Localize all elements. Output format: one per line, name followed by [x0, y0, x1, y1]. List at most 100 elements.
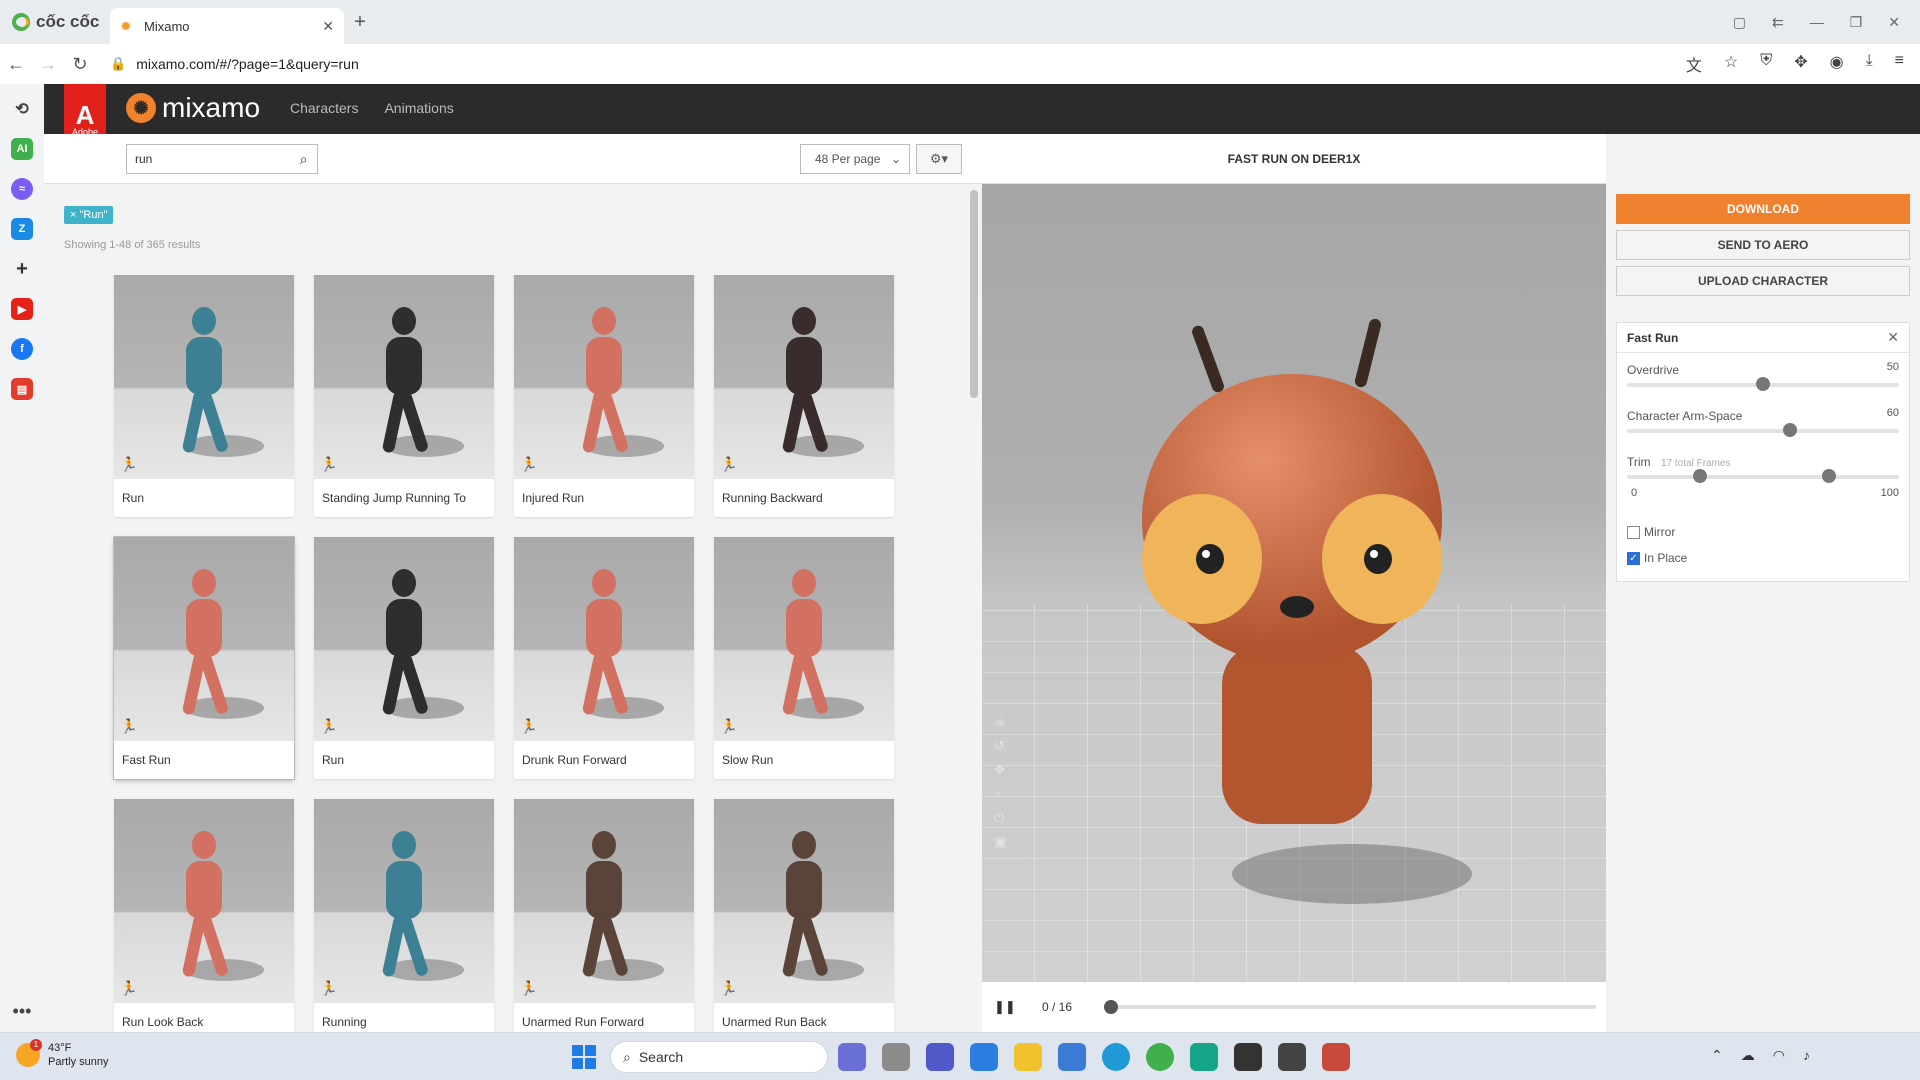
- forward-icon[interactable]: →: [32, 54, 64, 75]
- minimize-icon[interactable]: —: [1810, 14, 1824, 31]
- browser-tab-mixamo[interactable]: ✹ Mixamo ✕: [110, 8, 344, 44]
- zalo-icon[interactable]: Z: [11, 218, 33, 240]
- unity-hub-icon[interactable]: [1278, 1043, 1306, 1071]
- trim-end-knob[interactable]: [1822, 469, 1836, 483]
- nav-animations[interactable]: Animations: [384, 100, 453, 116]
- teams-icon[interactable]: [926, 1043, 954, 1071]
- more-icon[interactable]: •••: [13, 1001, 32, 1022]
- file-explorer-icon[interactable]: [1014, 1043, 1042, 1071]
- wifi-icon[interactable]: ◠: [1773, 1047, 1785, 1064]
- running-man-icon: 🏃: [520, 456, 538, 472]
- animation-card[interactable]: 🏃 Fast Run: [114, 537, 294, 779]
- trim-start-knob[interactable]: [1693, 469, 1707, 483]
- trim-track[interactable]: [1627, 475, 1899, 479]
- shield-icon[interactable]: ⛨: [1760, 52, 1772, 76]
- bookmark-star-icon[interactable]: ☆: [1724, 52, 1738, 76]
- facebook-icon[interactable]: f: [11, 338, 33, 360]
- notepad-icon[interactable]: [970, 1043, 998, 1071]
- screenshot-icon[interactable]: ▢: [1733, 14, 1746, 31]
- camera-icon[interactable]: ▣: [994, 834, 1006, 850]
- settings-dropdown-button[interactable]: ⚙▾: [916, 144, 962, 174]
- animation-card[interactable]: 🏃 Run: [314, 537, 494, 779]
- coccoc-taskbar-icon[interactable]: [1146, 1043, 1174, 1071]
- chevron-up-icon[interactable]: ⌃: [1711, 1047, 1723, 1064]
- animation-card[interactable]: 🏃 Unarmed Run Forward: [514, 799, 694, 1032]
- app-icon[interactable]: [1322, 1043, 1350, 1071]
- mirror-checkbox-row[interactable]: Mirror: [1627, 525, 1675, 539]
- translate-icon[interactable]: 文: [1686, 52, 1702, 76]
- animation-card[interactable]: 🏃 Slow Run: [714, 537, 894, 779]
- arm-space-track[interactable]: [1627, 429, 1899, 433]
- animation-card[interactable]: 🏃 Unarmed Run Back: [714, 799, 894, 1032]
- animation-card[interactable]: 🏃 Injured Run: [514, 275, 694, 517]
- youtube-icon[interactable]: ▶: [11, 298, 33, 320]
- unity-icon[interactable]: [1234, 1043, 1262, 1071]
- back-icon[interactable]: ←: [0, 54, 32, 75]
- pan-icon[interactable]: ✥: [994, 762, 1006, 778]
- pause-icon[interactable]: ❚❚: [994, 999, 1016, 1015]
- search-box: ⌕: [126, 144, 318, 174]
- 3d-viewport[interactable]: ☠ ↺ ✥ ⌕ ⏻ ▣: [982, 184, 1606, 982]
- search-input[interactable]: [127, 152, 290, 166]
- profile-icon[interactable]: ◉: [1830, 52, 1844, 76]
- upload-character-button[interactable]: UPLOAD CHARACTER: [1616, 266, 1910, 296]
- in-place-checkbox-row[interactable]: ✓ In Place: [1627, 551, 1687, 565]
- url-field[interactable]: 🔒 mixamo.com/#/?page=1&query=run: [110, 56, 1686, 72]
- task-view-icon[interactable]: [882, 1043, 910, 1071]
- per-page-select[interactable]: 48 Per page ⌄: [800, 144, 910, 174]
- overdrive-knob[interactable]: [1756, 377, 1770, 391]
- edge-icon[interactable]: [1102, 1043, 1130, 1071]
- coccoc-logo-icon: [12, 13, 30, 31]
- restore-icon[interactable]: ❐: [1850, 14, 1863, 31]
- close-icon[interactable]: ✕: [1887, 329, 1899, 346]
- menu-icon[interactable]: ≡: [1895, 52, 1904, 76]
- reload-icon[interactable]: ↻: [64, 54, 96, 75]
- reset-icon[interactable]: ⏻: [994, 810, 1006, 826]
- send-to-aero-button[interactable]: SEND TO AERO: [1616, 230, 1910, 260]
- mirror-checkbox[interactable]: [1627, 525, 1640, 539]
- close-window-icon[interactable]: ✕: [1888, 14, 1900, 31]
- animation-card[interactable]: 🏃 Standing Jump Running To: [314, 275, 494, 517]
- search-icon[interactable]: ⌕: [290, 151, 317, 168]
- arm-space-knob[interactable]: [1783, 423, 1797, 437]
- mixamo-logo[interactable]: ✺ mixamo: [126, 92, 260, 124]
- copilot-icon[interactable]: [838, 1043, 866, 1071]
- onedrive-icon[interactable]: ☁: [1741, 1047, 1755, 1064]
- timeline-slider[interactable]: [1104, 1000, 1596, 1014]
- new-tab-button[interactable]: +: [344, 11, 376, 34]
- volume-icon[interactable]: ♪: [1803, 1047, 1810, 1064]
- back-history-icon[interactable]: ⇇: [1772, 14, 1784, 31]
- filter-tag-run[interactable]: × "Run": [64, 206, 114, 224]
- animation-card[interactable]: 🏃 Running Backward: [714, 275, 894, 517]
- extensions-icon[interactable]: ✥: [1794, 52, 1807, 76]
- action-panel: DOWNLOAD SEND TO AERO UPLOAD CHARACTER F…: [1606, 184, 1920, 1032]
- taskbar-search[interactable]: ⌕ Search: [610, 1041, 828, 1073]
- weather-widget[interactable]: 1 43°F Partly sunny: [16, 1039, 109, 1069]
- download-icon[interactable]: ⤓: [1866, 52, 1873, 76]
- rotate-icon[interactable]: ↺: [994, 738, 1006, 754]
- figure-head: [592, 831, 616, 859]
- skeleton-icon[interactable]: ☠: [994, 714, 1006, 730]
- maya-icon[interactable]: [1190, 1043, 1218, 1071]
- history-icon[interactable]: ⟲: [11, 98, 33, 120]
- animation-card[interactable]: 🏃 Running: [314, 799, 494, 1032]
- download-button[interactable]: DOWNLOAD: [1616, 194, 1910, 224]
- character-figure: [176, 831, 232, 981]
- shopping-icon[interactable]: ▤: [11, 378, 33, 400]
- tab-close-icon[interactable]: ✕: [322, 18, 334, 35]
- add-sidebar-icon[interactable]: +: [11, 258, 33, 280]
- nav-characters[interactable]: Characters: [290, 100, 358, 116]
- zoom-icon[interactable]: ⌕: [994, 786, 1006, 802]
- timeline-knob[interactable]: [1104, 1000, 1118, 1014]
- lock-icon[interactable]: 🔒: [110, 56, 126, 72]
- animation-card[interactable]: 🏃 Drunk Run Forward: [514, 537, 694, 779]
- animation-card[interactable]: 🏃 Run: [114, 275, 294, 517]
- figure-leg: [598, 914, 630, 978]
- store-icon[interactable]: [1058, 1043, 1086, 1071]
- animation-card[interactable]: 🏃 Run Look Back: [114, 799, 294, 1032]
- scrollbar[interactable]: [970, 190, 978, 398]
- messenger-icon[interactable]: ≈: [11, 178, 33, 200]
- ai-assistant-icon[interactable]: AI: [11, 138, 33, 160]
- start-button[interactable]: [572, 1045, 596, 1069]
- in-place-checkbox[interactable]: ✓: [1627, 551, 1640, 565]
